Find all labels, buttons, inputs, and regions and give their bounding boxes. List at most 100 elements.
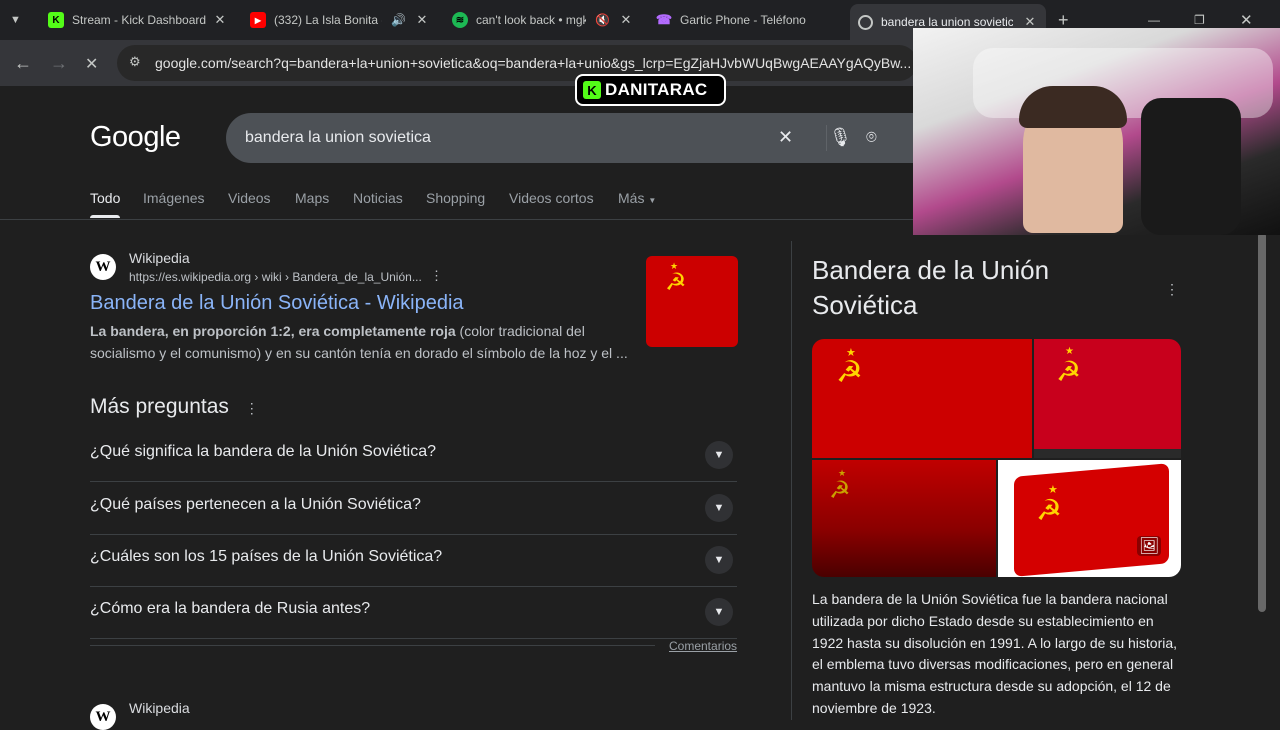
tab-label: Stream - Kick Dashboard: [72, 13, 207, 27]
streamer-hair: [1019, 86, 1127, 128]
chevron-down-icon[interactable]: ▼: [705, 494, 733, 522]
result-title-link[interactable]: Bandera de la Unión Soviética - Wikipedi…: [90, 292, 464, 315]
site-info-icon[interactable]: ⚙: [129, 54, 141, 70]
more-options-icon[interactable]: ⋮: [1165, 281, 1179, 298]
close-icon: ✕: [1240, 12, 1253, 29]
forward-button[interactable]: →: [50, 53, 68, 74]
lens-icon[interactable]: ⌾: [866, 127, 877, 148]
result-thumbnail-flag[interactable]: ★ ☭: [646, 256, 738, 347]
tab-label: (332) La Isla Bonita -: [274, 13, 382, 27]
chevron-down-icon[interactable]: ▼: [705, 441, 733, 469]
kick-icon: K: [583, 81, 601, 99]
search-box[interactable]: bandera la union sovietica ✕ 🎙 ⌾: [226, 113, 946, 163]
knowledge-panel-description: La bandera de la Unión Soviética fue la …: [812, 591, 1178, 716]
paa-question-text: ¿Cómo era la bandera de Rusia antes?: [90, 600, 371, 617]
chevron-down-icon[interactable]: ▼: [705, 546, 733, 574]
result-site-name[interactable]: Wikipedia: [129, 250, 190, 266]
search-box-divider: [826, 125, 827, 151]
chevron-down-icon[interactable]: ▼: [705, 598, 733, 626]
hammer-sickle-icon: ☭: [1036, 495, 1062, 527]
result-site-name[interactable]: Wikipedia: [129, 700, 190, 716]
paa-question[interactable]: ¿Cómo era la bandera de Rusia antes? ▼: [90, 586, 737, 639]
tab-label: bandera la union sovietica: [881, 15, 1013, 29]
close-icon[interactable]: ✕: [618, 12, 634, 28]
clear-icon[interactable]: ✕: [778, 127, 793, 148]
paa-question[interactable]: ¿Qué significa la bandera de la Unión So…: [90, 429, 737, 482]
tab-noticias[interactable]: Noticias: [353, 190, 403, 206]
more-options-icon[interactable]: ⋮: [430, 268, 443, 284]
hammer-sickle-icon: ☭: [829, 477, 851, 504]
image-gallery-icon[interactable]: 🖼: [1137, 536, 1162, 556]
tab-videos[interactable]: Videos: [228, 190, 271, 206]
tab-imagenes[interactable]: Imágenes: [143, 190, 204, 206]
paa-title-text: Más preguntas: [90, 395, 229, 418]
tab-mas[interactable]: Más ▼: [618, 190, 656, 206]
tab-videos-cortos[interactable]: Videos cortos: [509, 190, 594, 206]
url-text: google.com/search?q=bandera+la+union+sov…: [155, 55, 912, 71]
panel-image-flag[interactable]: ★ ☭: [812, 339, 1032, 458]
feedback-divider: [90, 645, 655, 646]
tab-search-button[interactable]: ▼: [10, 6, 30, 34]
back-button[interactable]: ←: [14, 53, 32, 74]
tab-todo[interactable]: Todo: [90, 190, 121, 218]
snippet-bold: La bandera, en proporción 1:2, era compl…: [90, 323, 456, 339]
speaker-icon[interactable]: 🔊: [391, 13, 406, 27]
address-bar[interactable]: ⚙ google.com/search?q=bandera+la+union+s…: [117, 45, 917, 81]
youtube-icon: ▶: [250, 12, 266, 28]
google-logo[interactable]: Google: [90, 121, 181, 154]
hammer-sickle-icon: ☭: [665, 269, 687, 296]
wikipedia-icon: W: [90, 704, 116, 730]
tab-youtube[interactable]: ▶ (332) La Isla Bonita - 🔊 ✕: [250, 6, 430, 34]
hammer-sickle-icon: ☭: [836, 356, 863, 389]
search-input[interactable]: bandera la union sovietica: [245, 129, 431, 147]
arrow-left-icon: ←: [14, 53, 32, 73]
image-caption-strip: [1034, 449, 1181, 458]
paa-question-text: ¿Qué significa la bandera de la Unión So…: [90, 443, 436, 460]
result-cite-url[interactable]: https://es.wikipedia.org › wiki › Bander…: [129, 270, 449, 284]
paa-question-text: ¿Qué países pertenecen a la Unión Soviét…: [90, 496, 421, 513]
gartic-icon: ☎: [655, 12, 673, 27]
microphone-icon[interactable]: 🎙: [829, 127, 852, 148]
arrow-right-icon: →: [50, 53, 68, 73]
gaming-chair: [1141, 98, 1241, 235]
streamer-name: DANITARAC: [605, 80, 708, 99]
panel-image-flag[interactable]: ★ ☭: [1034, 339, 1181, 449]
tab-kick-dashboard[interactable]: K Stream - Kick Dashboard ✕: [48, 6, 228, 34]
close-icon: ✕: [85, 56, 99, 73]
people-also-ask-title: Más preguntas ⋮: [90, 395, 259, 419]
kick-icon: K: [48, 12, 64, 28]
tab-spotify[interactable]: ≋ can't look back • mgk 🔇 ✕: [452, 6, 634, 34]
paa-question-text: ¿Cuáles son los 15 países de la Unión So…: [90, 548, 443, 565]
tab-label: Gartic Phone - Teléfono: [680, 13, 806, 27]
close-icon[interactable]: ✕: [212, 12, 228, 28]
panel-image-waving-flag[interactable]: ★ ☭ 🖼: [998, 460, 1181, 577]
feedback-link[interactable]: Comentarios: [669, 639, 737, 653]
close-icon[interactable]: ✕: [414, 12, 430, 28]
result-snippet: La bandera, en proporción 1:2, era compl…: [90, 320, 638, 364]
tab-shopping[interactable]: Shopping: [426, 190, 485, 206]
snippet-text: (color tradicional del: [455, 323, 585, 339]
page-scrollbar[interactable]: [1258, 232, 1266, 612]
more-options-icon[interactable]: ⋮: [245, 400, 259, 416]
paa-question[interactable]: ¿Qué países pertenecen a la Unión Soviét…: [90, 482, 737, 535]
chevron-down-icon: ▼: [10, 14, 21, 26]
hammer-sickle-icon: ☭: [1056, 356, 1082, 387]
panel-divider: [791, 241, 792, 720]
wikipedia-icon: W: [90, 254, 116, 280]
paa-question[interactable]: ¿Cuáles son los 15 países de la Unión So…: [90, 534, 737, 587]
tab-gartic-phone[interactable]: ☎ Gartic Phone - Teléfono: [656, 6, 836, 34]
muted-speaker-icon[interactable]: 🔇: [595, 13, 610, 27]
panel-image-waving-flag[interactable]: ★ ☭: [812, 460, 996, 577]
webcam-overlay: [913, 28, 1280, 235]
restore-icon: ❐: [1194, 13, 1205, 27]
knowledge-panel-title: Bandera de la Unión Soviética: [812, 255, 1050, 320]
caret-down-icon: ▼: [648, 196, 657, 205]
stop-button[interactable]: ✕: [85, 54, 98, 74]
minimize-icon: —: [1148, 13, 1160, 27]
spotify-icon: ≋: [452, 12, 468, 28]
loading-icon: [858, 14, 873, 30]
streamer-name-badge: K DANITARAC: [575, 74, 726, 106]
tab-maps[interactable]: Maps: [295, 190, 329, 206]
tab-label: can't look back • mgk: [476, 13, 586, 27]
tab-mas-label: Más: [618, 190, 645, 206]
